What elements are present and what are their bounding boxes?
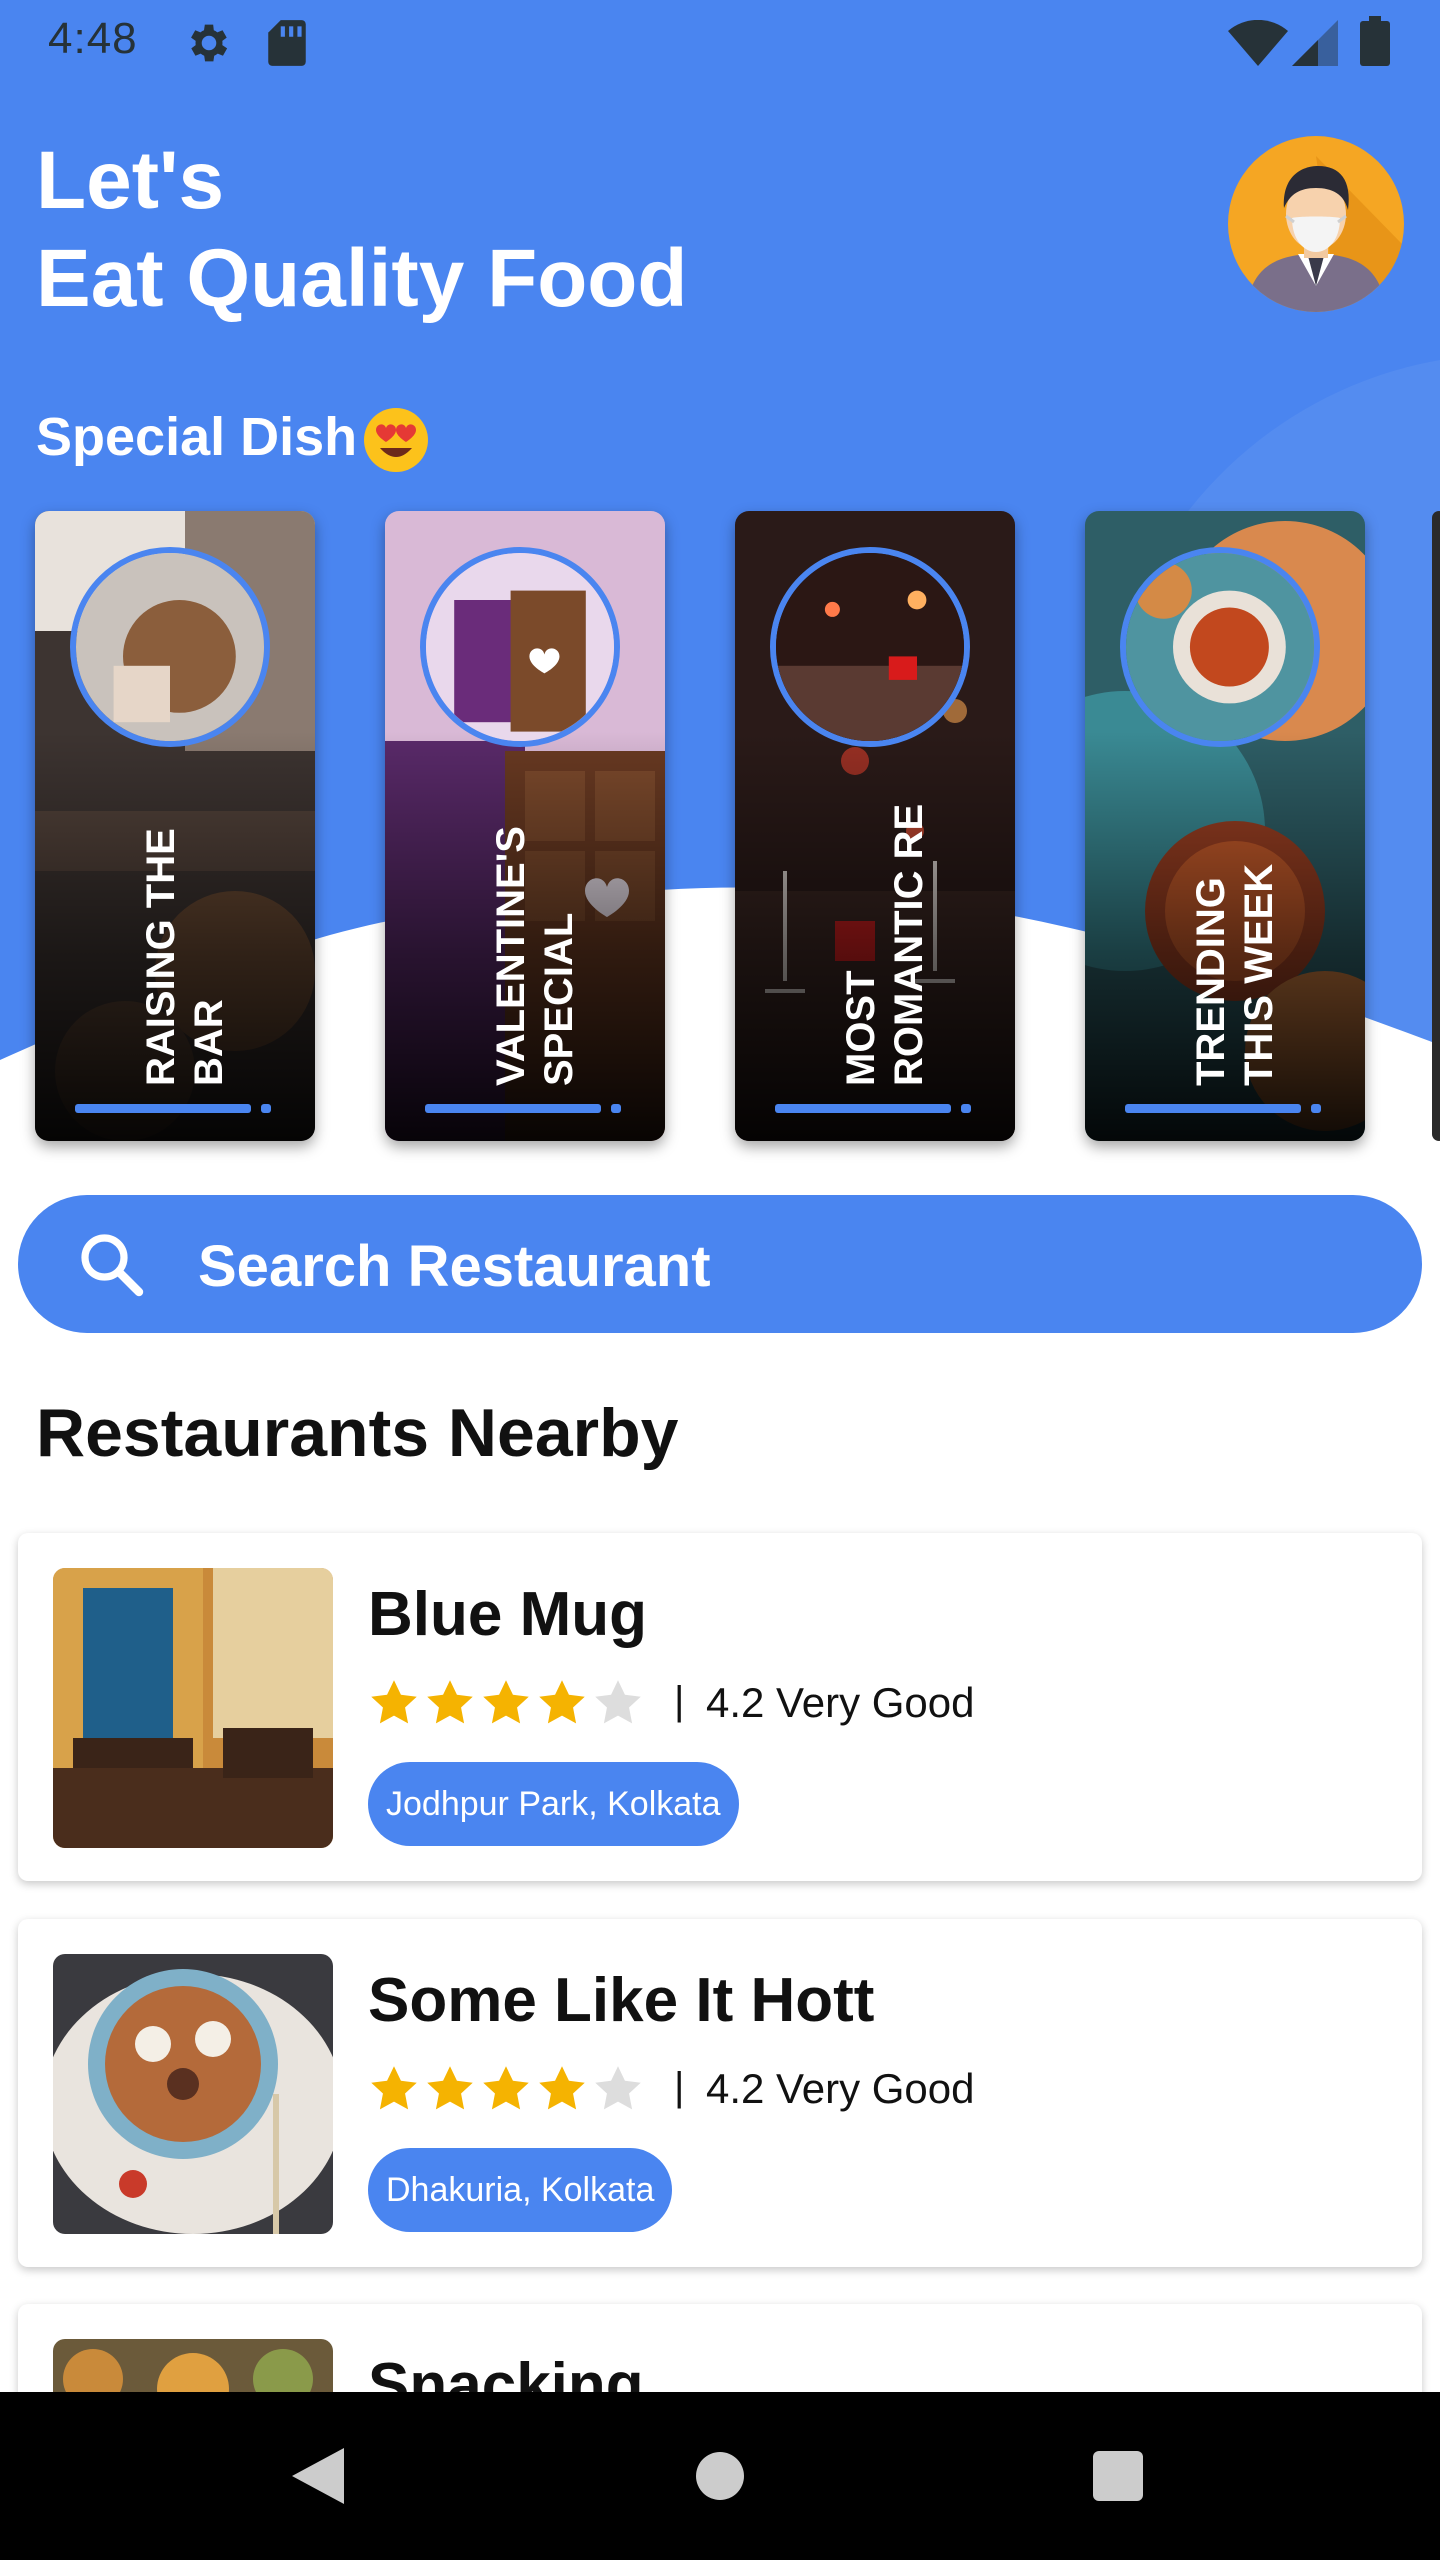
status-time: 4:48 (48, 14, 138, 63)
title-line-1: Let's (36, 135, 225, 226)
story-progress-dot (261, 1104, 271, 1113)
story-progress-bar (775, 1104, 951, 1113)
restaurant-name: Blue Mug (368, 1580, 647, 1649)
story-progress-dot (1311, 1104, 1321, 1113)
story-card-valentines-special[interactable]: Valentine's Special (385, 511, 665, 1141)
restaurant-card-blue-mug[interactable]: Blue Mug | 4.2 Very Good Jodhpur Park, K… (18, 1533, 1422, 1881)
home-icon (696, 2452, 744, 2500)
recents-icon (1093, 2451, 1143, 2501)
star-filled-icon (371, 2066, 417, 2110)
rating-separator: | (674, 1679, 685, 1723)
story-label: Valentine's Special (489, 826, 581, 1086)
cell-signal-icon (1292, 20, 1338, 66)
rating-text: 4.2 Very Good (706, 1679, 975, 1726)
restaurant-name: Some Like It Hott (368, 1966, 875, 2035)
story-card-most-romantic[interactable]: Most Romantic Re (735, 511, 1015, 1141)
search-label: Search Restaurant (198, 1234, 711, 1299)
story-progress-bar (75, 1104, 251, 1113)
search-restaurant-button[interactable]: Search Restaurant (18, 1195, 1422, 1333)
back-button[interactable] (278, 2436, 358, 2516)
star-filled-icon (539, 1680, 585, 1724)
status-bar: 4:48 (0, 0, 1440, 84)
restaurant-thumbnail (53, 1954, 333, 2234)
settings-icon (191, 24, 228, 62)
story-label: Most Romantic Re (839, 803, 931, 1086)
story-progress-bar (1125, 1104, 1301, 1113)
rating-text: 4.2 Very Good (706, 2065, 975, 2112)
title-line-2: Eat Quality Food (36, 233, 688, 324)
star-filled-icon (427, 2066, 473, 2110)
story-card-trending-this-week[interactable]: Trending this week (1085, 511, 1365, 1141)
page-title: Let's Eat Quality Food (36, 132, 687, 328)
navigation-bar (0, 2392, 1440, 2560)
star-empty-icon (595, 2066, 641, 2110)
story-bubble (770, 547, 970, 747)
sd-card-icon (268, 20, 306, 66)
restaurant-thumbnail (53, 1568, 333, 1848)
story-label: Raising the Bar (139, 828, 231, 1086)
app-screen: 4:48 Let's Eat Quality Food Special Dish… (0, 0, 1440, 2560)
star-filled-icon (539, 2066, 585, 2110)
story-card-partial[interactable] (1432, 511, 1440, 1141)
special-dish-label: Special Dish (36, 407, 358, 467)
recents-button[interactable] (1078, 2436, 1158, 2516)
star-filled-icon (483, 1680, 529, 1724)
star-filled-icon (483, 2066, 529, 2110)
star-filled-icon (427, 1680, 473, 1724)
battery-icon (1360, 16, 1390, 66)
heart-eyes-emoji (364, 408, 428, 472)
restaurant-card-some-like-it-hott[interactable]: Some Like It Hott | 4.2 Very Good Dhakur… (18, 1919, 1422, 2267)
avatar[interactable] (1228, 136, 1404, 312)
home-button[interactable] (680, 2436, 760, 2516)
story-bubble (1120, 547, 1320, 747)
rating-separator: | (674, 2065, 685, 2109)
wifi-icon (1228, 20, 1288, 66)
story-card-raising-the-bar[interactable]: Raising the Bar (35, 511, 315, 1141)
location-chip[interactable]: Jodhpur Park, Kolkata (368, 1762, 739, 1846)
restaurants-nearby-heading: Restaurants Nearby (36, 1395, 679, 1471)
location-chip[interactable]: Dhakuria, Kolkata (368, 2148, 673, 2232)
story-progress-dot (611, 1104, 621, 1113)
star-filled-icon (371, 1680, 417, 1724)
story-bubble (70, 547, 270, 747)
story-progress-bar (425, 1104, 601, 1113)
story-bubble (420, 547, 620, 747)
star-empty-icon (595, 1680, 641, 1724)
back-icon (292, 2448, 344, 2504)
search-icon (81, 1234, 144, 1297)
story-label: Trending this week (1189, 863, 1281, 1086)
story-progress-dot (961, 1104, 971, 1113)
